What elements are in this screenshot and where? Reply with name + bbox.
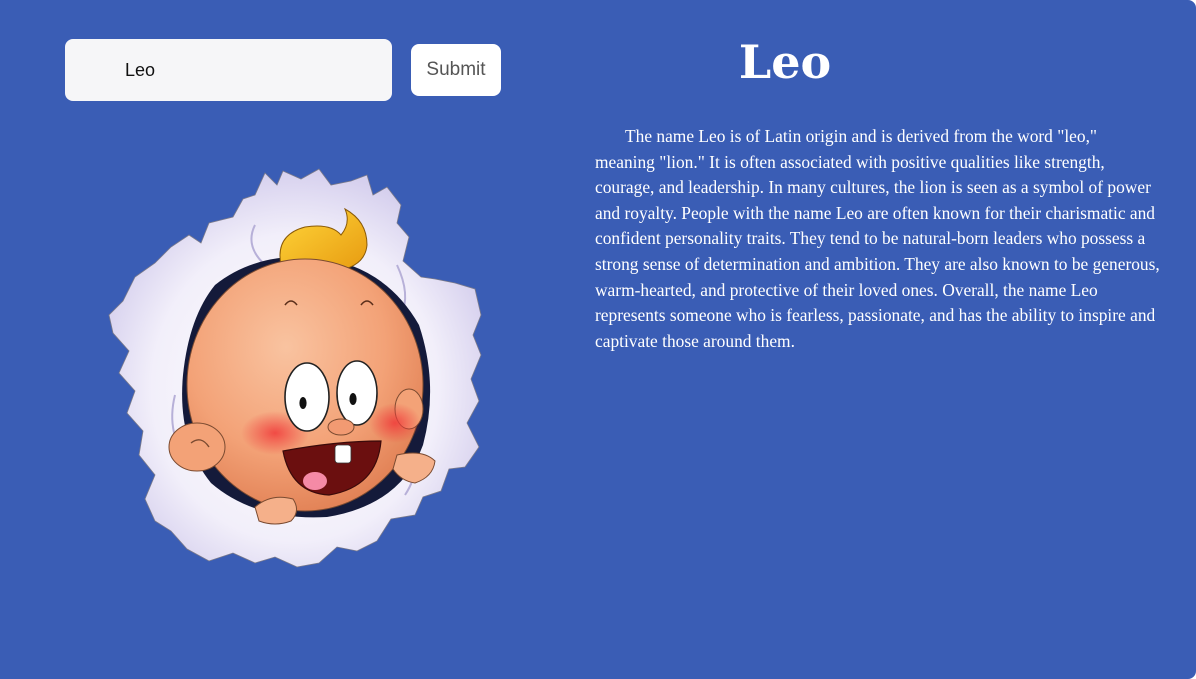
name-title: Leo [738, 35, 832, 89]
name-description: The name Leo is of Latin origin and is d… [595, 126, 1160, 351]
submit-button[interactable]: Submit [411, 44, 501, 96]
app-container: Submit Leo The name Leo is of Latin orig… [0, 0, 1196, 679]
name-search-input[interactable] [65, 39, 392, 101]
baby-breaking-through-paper-icon [108, 168, 482, 568]
